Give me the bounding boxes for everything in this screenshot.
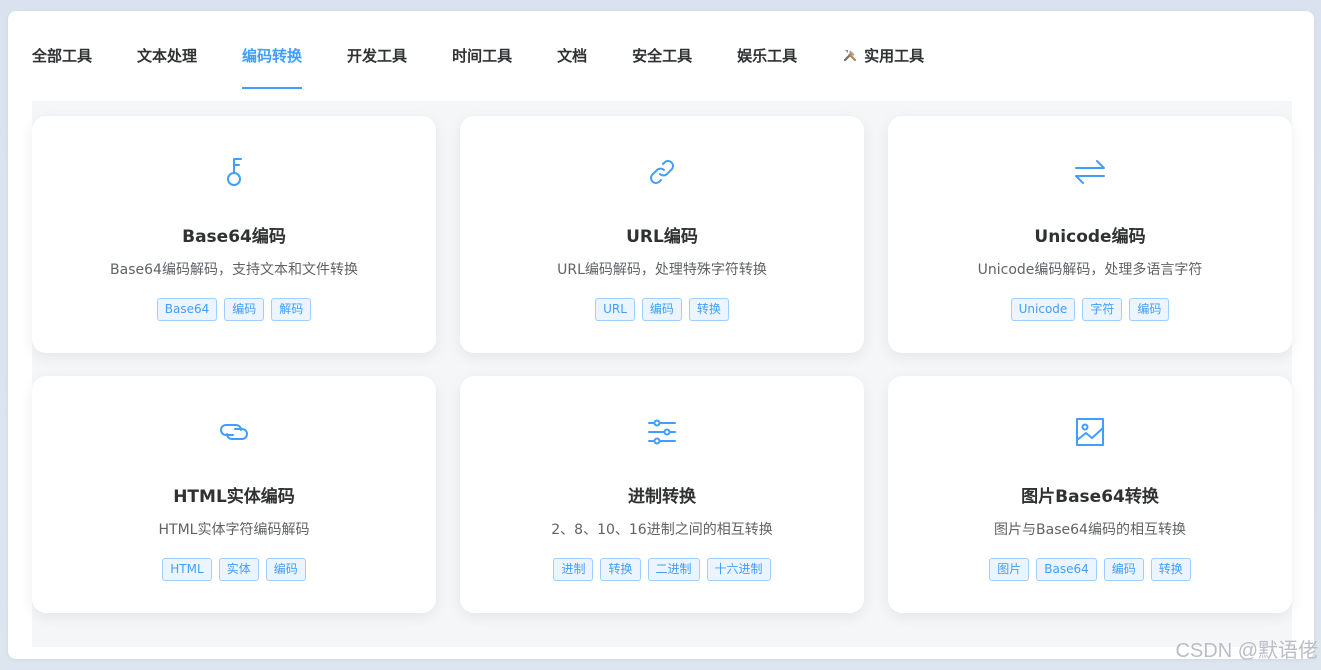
tag: 图片 xyxy=(989,558,1030,581)
tag: Base64 xyxy=(156,298,218,321)
card-description: HTML实体字符编码解码 xyxy=(158,522,310,538)
picture-icon xyxy=(1072,414,1108,450)
tab-security-tools[interactable]: 安全工具 xyxy=(632,11,692,89)
card-title: 进制转换 xyxy=(628,487,696,507)
tag: Unicode xyxy=(1010,298,1076,321)
tool-card-base64[interactable]: Base64编码 Base64编码解码，支持文本和文件转换 Base64 编码 … xyxy=(32,116,436,353)
card-tags: HTML 实体 编码 xyxy=(32,558,436,581)
tag: Base64 xyxy=(1036,558,1097,581)
card-title: URL编码 xyxy=(626,227,698,247)
tab-time-tools[interactable]: 时间工具 xyxy=(452,11,512,89)
tool-card-image-base64[interactable]: 图片Base64转换 图片与Base64编码的相互转换 图片 Base64 编码… xyxy=(888,376,1292,613)
tag: 转换 xyxy=(600,558,641,581)
tools-icon xyxy=(842,12,858,102)
card-tags: Base64 编码 解码 xyxy=(32,298,436,321)
tab-label: 安全工具 xyxy=(632,47,693,65)
link-icon xyxy=(644,154,680,190)
tab-all-tools[interactable]: 全部工具 xyxy=(32,11,92,89)
tag: 编码 xyxy=(1103,558,1144,581)
tag: 十六进制 xyxy=(706,558,771,581)
card-description: 2、8、10、16进制之间的相互转换 xyxy=(551,522,773,538)
card-title: HTML实体编码 xyxy=(173,487,295,507)
tool-card-html-entity[interactable]: HTML实体编码 HTML实体字符编码解码 HTML 实体 编码 xyxy=(32,376,436,613)
tool-card-unicode[interactable]: Unicode编码 Unicode编码解码，处理多语言字符 Unicode 字符… xyxy=(888,116,1292,353)
tab-utility-tools[interactable]: 实用工具 xyxy=(842,11,924,89)
tag: 编码 xyxy=(224,298,265,321)
main-panel: 全部工具 文本处理 编码转换 开发工具 时间工具 文档 安全工具 娱乐工具 实用… xyxy=(8,11,1314,659)
tag: HTML xyxy=(162,558,212,581)
sliders-icon xyxy=(644,414,680,450)
tab-label: 文档 xyxy=(557,47,588,65)
tag: 进制 xyxy=(553,558,594,581)
card-title: Base64编码 xyxy=(182,227,286,247)
watermark: CSDN @默语佬 xyxy=(1175,640,1318,662)
tab-label: 文本处理 xyxy=(137,47,198,65)
tab-encoding-conversion[interactable]: 编码转换 xyxy=(242,11,303,89)
card-description: Unicode编码解码，处理多语言字符 xyxy=(977,262,1203,278)
card-tags: URL 编码 转换 xyxy=(460,298,864,321)
card-tags: 进制 转换 二进制 十六进制 xyxy=(460,558,864,581)
card-title: 图片Base64转换 xyxy=(1021,487,1159,507)
key-icon xyxy=(216,154,252,190)
tab-label: 实用工具 xyxy=(864,47,925,65)
tab-entertainment-tools[interactable]: 娱乐工具 xyxy=(737,11,797,89)
card-description: 图片与Base64编码的相互转换 xyxy=(994,522,1186,538)
tab-text-processing[interactable]: 文本处理 xyxy=(137,11,197,89)
tab-label: 全部工具 xyxy=(32,47,93,65)
tag: 实体 xyxy=(218,558,259,581)
tab-dev-tools[interactable]: 开发工具 xyxy=(347,11,407,89)
tab-label: 时间工具 xyxy=(452,47,513,65)
tab-label: 娱乐工具 xyxy=(737,47,798,65)
tab-documents[interactable]: 文档 xyxy=(557,11,587,89)
tool-grid: Base64编码 Base64编码解码，支持文本和文件转换 Base64 编码 … xyxy=(32,101,1292,647)
tag: 转换 xyxy=(1150,558,1191,581)
tag: 字符 xyxy=(1082,298,1123,321)
tool-card-base-conversion[interactable]: 进制转换 2、8、10、16进制之间的相互转换 进制 转换 二进制 十六进制 xyxy=(460,376,864,613)
connection-icon xyxy=(216,414,252,450)
card-description: URL编码解码，处理特殊字符转换 xyxy=(557,262,767,278)
card-title: Unicode编码 xyxy=(1034,227,1146,247)
tab-label: 开发工具 xyxy=(347,47,408,65)
tag: 编码 xyxy=(641,298,682,321)
swap-arrows-icon xyxy=(1072,154,1108,190)
tag: 转换 xyxy=(688,298,729,321)
tag: URL xyxy=(595,298,635,321)
tag: 二进制 xyxy=(647,558,700,581)
tab-label: 编码转换 xyxy=(242,47,303,65)
card-tags: Unicode 字符 编码 xyxy=(888,298,1292,321)
category-tabs: 全部工具 文本处理 编码转换 开发工具 时间工具 文档 安全工具 娱乐工具 实用… xyxy=(32,11,969,89)
tag: 编码 xyxy=(265,558,306,581)
tool-card-url[interactable]: URL编码 URL编码解码，处理特殊字符转换 URL 编码 转换 xyxy=(460,116,864,353)
card-tags: 图片 Base64 编码 转换 xyxy=(888,558,1292,581)
tag: 编码 xyxy=(1129,298,1170,321)
card-description: Base64编码解码，支持文本和文件转换 xyxy=(110,262,358,278)
tag: 解码 xyxy=(271,298,312,321)
